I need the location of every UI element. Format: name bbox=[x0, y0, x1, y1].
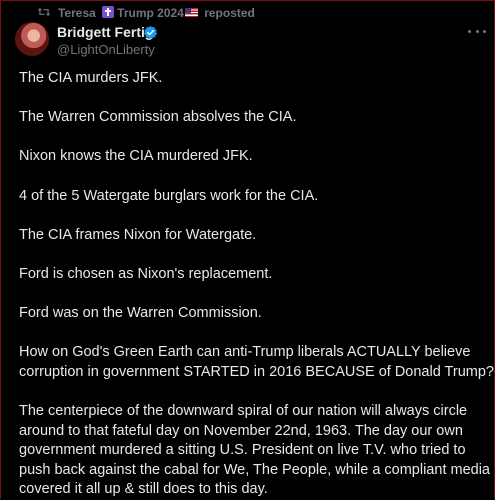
tweet-paragraph: Nixon knows the CIA murdered JFK. bbox=[19, 148, 253, 165]
repost-icon bbox=[37, 7, 51, 17]
tweet-line: covered it all up & still does to this d… bbox=[19, 481, 268, 498]
avatar[interactable] bbox=[15, 22, 49, 56]
tweet-paragraph: The centerpiece of the downward spiral o… bbox=[19, 402, 490, 499]
tweet-text: The CIA murders JFK. The Warren Commissi… bbox=[19, 69, 494, 499]
tweet-paragraph: Ford is chosen as Nixon's replacement. bbox=[19, 265, 273, 282]
tweet-line: around to that fateful day on November 2… bbox=[19, 422, 463, 439]
reposter-name: Teresa bbox=[58, 6, 96, 20]
repost-attribution[interactable]: Teresa Trump 2024 reposted bbox=[58, 6, 255, 20]
tweet-paragraph: The CIA frames Nixon for Watergate. bbox=[19, 226, 257, 243]
tweet-line: The centerpiece of the downward spiral o… bbox=[19, 403, 468, 420]
verified-badge-icon bbox=[143, 25, 158, 40]
tweet-line: government murdered a sitting U.S. Presi… bbox=[19, 442, 466, 459]
more-options-icon[interactable] bbox=[468, 28, 486, 34]
author-handle[interactable]: @LightOnLiberty bbox=[57, 42, 155, 57]
tweet-paragraph: Ford was on the Warren Commission. bbox=[19, 305, 262, 322]
author-display-name[interactable]: Bridgett Fertig bbox=[57, 24, 153, 40]
tweet-line: How on God's Green Earth can anti-Trump … bbox=[19, 344, 471, 361]
tweet-line: push back against the cabal for We, The … bbox=[19, 461, 490, 478]
tweet-line: corruption in government STARTED in 2016… bbox=[19, 363, 494, 380]
cross-emoji-icon bbox=[102, 6, 115, 18]
tweet-card[interactable]: Teresa Trump 2024 reposted Bridgett Fert… bbox=[0, 0, 495, 499]
tweet-paragraph: The CIA murders JFK. bbox=[19, 70, 163, 86]
repost-label: reposted bbox=[204, 6, 255, 20]
us-flag-icon bbox=[184, 8, 198, 17]
tweet-paragraph: How on God's Green Earth can anti-Trump … bbox=[19, 343, 494, 382]
tweet-paragraph: 4 of the 5 Watergate burglars work for t… bbox=[19, 187, 319, 204]
reposter-name-suffix: Trump 2024 bbox=[117, 6, 184, 20]
tweet-paragraph: The Warren Commission absolves the CIA. bbox=[19, 109, 297, 126]
